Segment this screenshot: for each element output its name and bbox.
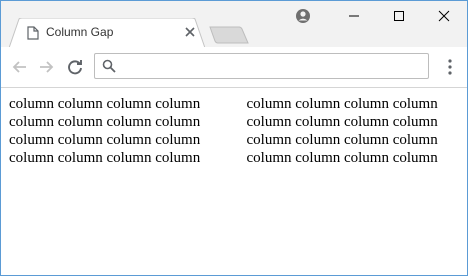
column-text: column column column column column colum… <box>9 96 438 166</box>
reload-icon <box>68 60 82 75</box>
minimize-button[interactable] <box>331 1 377 31</box>
maximize-button[interactable] <box>376 1 422 31</box>
menu-button[interactable] <box>442 58 458 76</box>
address-input[interactable] <box>123 57 423 75</box>
back-button[interactable] <box>9 56 31 78</box>
reload-button[interactable] <box>64 56 86 78</box>
close-icon <box>438 10 450 22</box>
profile-icon[interactable] <box>295 8 311 24</box>
toolbar <box>1 47 467 88</box>
page-content: column column column column column colum… <box>1 88 467 275</box>
window-close-button[interactable] <box>421 1 467 31</box>
new-tab-button[interactable] <box>209 26 249 44</box>
close-icon[interactable] <box>183 25 197 39</box>
forward-button[interactable] <box>35 56 57 78</box>
tab-column-gap[interactable]: Column Gap <box>9 18 205 48</box>
title-bar: Column Gap <box>1 1 467 48</box>
more-vertical-icon <box>448 59 452 75</box>
forward-arrow-icon <box>40 61 54 73</box>
minimize-icon <box>349 15 359 17</box>
tab-title: Column Gap <box>46 25 114 39</box>
search-icon <box>102 59 116 73</box>
multi-column-text: column column column column column colum… <box>9 95 459 167</box>
address-bar[interactable] <box>94 53 429 79</box>
page-icon <box>27 26 39 40</box>
maximize-icon <box>394 11 404 21</box>
browser-window: Column Gap column column column column c… <box>0 0 468 276</box>
back-arrow-icon <box>12 61 26 73</box>
